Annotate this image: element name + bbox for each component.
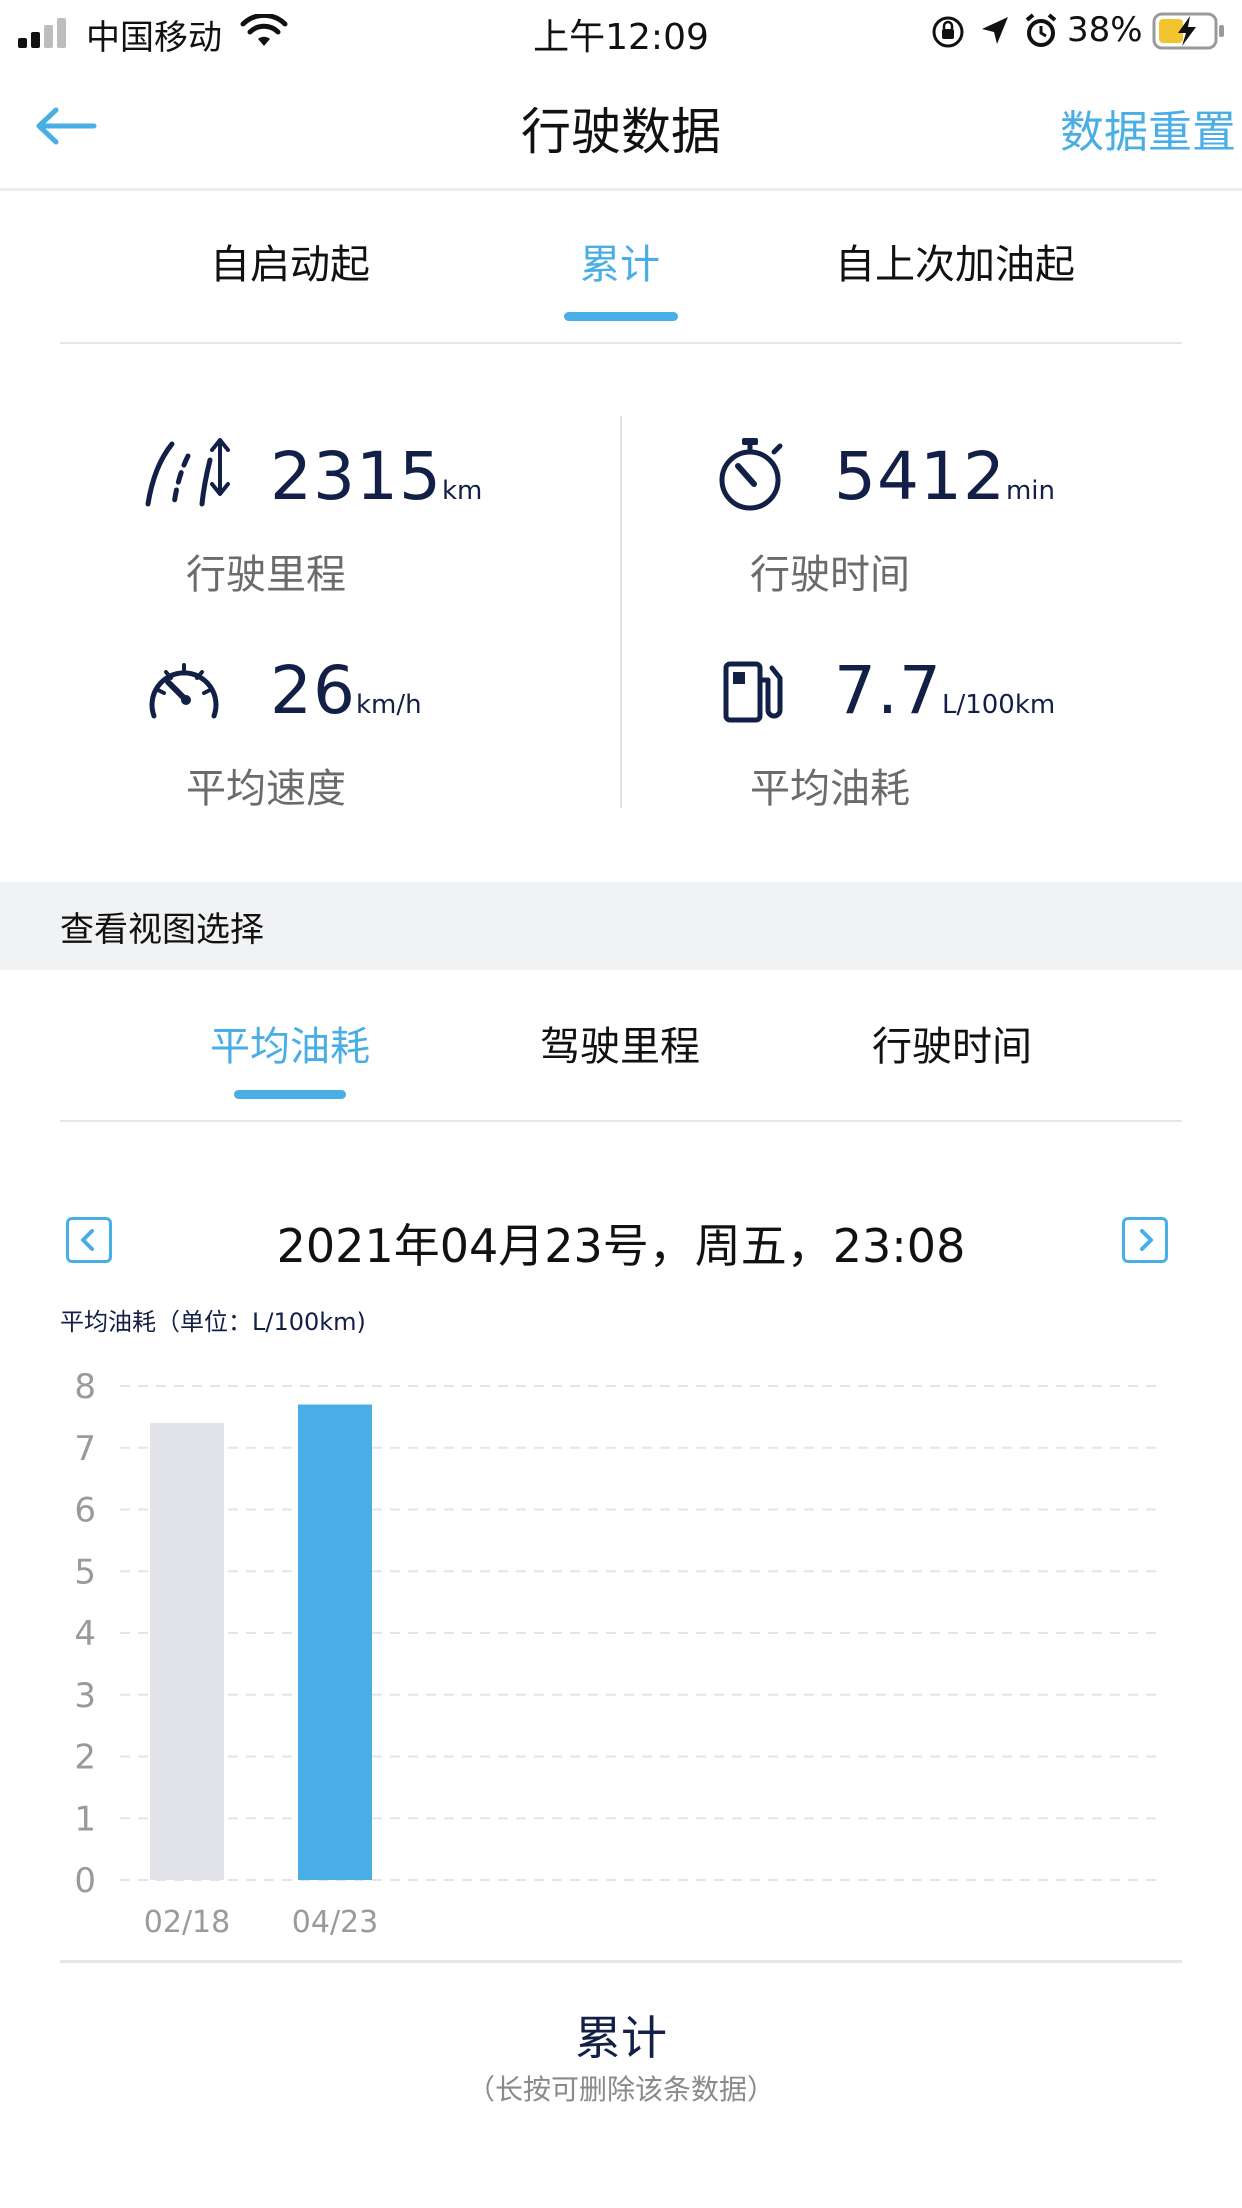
fuel-stat: 7.7L/100km: [834, 652, 1055, 729]
y-tick-label: 2: [74, 1738, 96, 1778]
speed-label: 平均速度: [186, 766, 346, 812]
distance-value: 2315: [270, 438, 442, 515]
battery-percent: 38%: [1067, 10, 1143, 50]
distance-label: 行驶里程: [186, 552, 346, 598]
view-tabs-divider: [60, 1120, 1182, 1122]
bar-04-23[interactable]: [298, 1404, 372, 1880]
view-tab-avg-fuel[interactable]: 平均油耗: [190, 1014, 390, 1072]
page-title: 行驶数据: [521, 103, 721, 161]
stopwatch-icon: [719, 438, 783, 511]
tab-active-indicator: [564, 312, 678, 321]
road-distance-icon: [145, 438, 230, 507]
y-tick-label: 3: [74, 1676, 96, 1716]
battery-icon: [1152, 12, 1224, 50]
speedometer-icon: [149, 663, 219, 719]
fuel-unit: L/100km: [941, 690, 1056, 720]
y-tick-label: 8: [74, 1367, 96, 1407]
tabs-divider: [60, 342, 1182, 344]
view-tab-time[interactable]: 行驶时间: [852, 1014, 1052, 1072]
stats-divider: [620, 416, 622, 808]
chevron-right-icon: [1140, 1229, 1153, 1251]
speed-stat: 26km/h: [270, 652, 422, 729]
orientation-lock-icon: [932, 16, 964, 48]
y-tick-label: 1: [74, 1799, 96, 1839]
fuel-bar-chart: 0 1 2 3 4 5 6 7 8 02/18 04/23: [74, 1367, 1160, 1940]
fuel-pump-icon: [723, 661, 783, 723]
y-tick-label: 6: [74, 1491, 96, 1531]
summary-title: 累计: [575, 2011, 667, 2065]
view-tab-active-indicator: [234, 1090, 346, 1099]
tab-since-start[interactable]: 自启动起: [170, 232, 410, 290]
nav-divider: [0, 188, 1242, 191]
summary-hint: （长按可删除该条数据）: [466, 2073, 775, 2106]
location-icon: [982, 17, 1008, 44]
view-select-header: 查看视图选择: [0, 882, 1242, 970]
distance-unit: km: [441, 476, 483, 506]
speed-value: 26: [270, 652, 356, 729]
bottom-divider: [60, 1960, 1182, 1963]
x-tick-label: 04/23: [292, 1905, 378, 1940]
y-tick-label: 7: [74, 1429, 96, 1469]
time-label: 行驶时间: [750, 552, 910, 598]
bar-02-18[interactable]: [150, 1423, 224, 1880]
fuel-label: 平均油耗: [750, 766, 910, 812]
view-tab-distance[interactable]: 驾驶里程: [520, 1014, 720, 1072]
time-unit: min: [1005, 476, 1055, 506]
y-tick-label: 5: [74, 1552, 96, 1592]
time-stat: 5412min: [834, 438, 1055, 515]
distance-stat: 2315km: [270, 438, 482, 515]
chart-title: 平均油耗（单位：L/100km): [60, 1308, 366, 1336]
y-tick-label: 0: [74, 1861, 96, 1901]
alarm-icon: [1025, 13, 1057, 47]
view-select-title: 查看视图选择: [60, 910, 264, 950]
tab-cumulative[interactable]: 累计: [520, 232, 720, 290]
tab-since-refuel[interactable]: 自上次加油起: [800, 232, 1110, 290]
next-date-button[interactable]: [1122, 1217, 1168, 1263]
x-tick-label: 02/18: [144, 1905, 230, 1940]
time-value: 5412: [834, 438, 1006, 515]
data-reset-button[interactable]: 数据重置: [1060, 96, 1236, 160]
status-bar: 中国移动 上午12:09 38%: [0, 0, 1242, 62]
speed-unit: km/h: [355, 690, 422, 720]
date-label: 2021年04月23号，周五，23:08: [276, 1219, 966, 1273]
fuel-value: 7.7: [834, 652, 942, 729]
y-tick-label: 4: [74, 1614, 96, 1654]
